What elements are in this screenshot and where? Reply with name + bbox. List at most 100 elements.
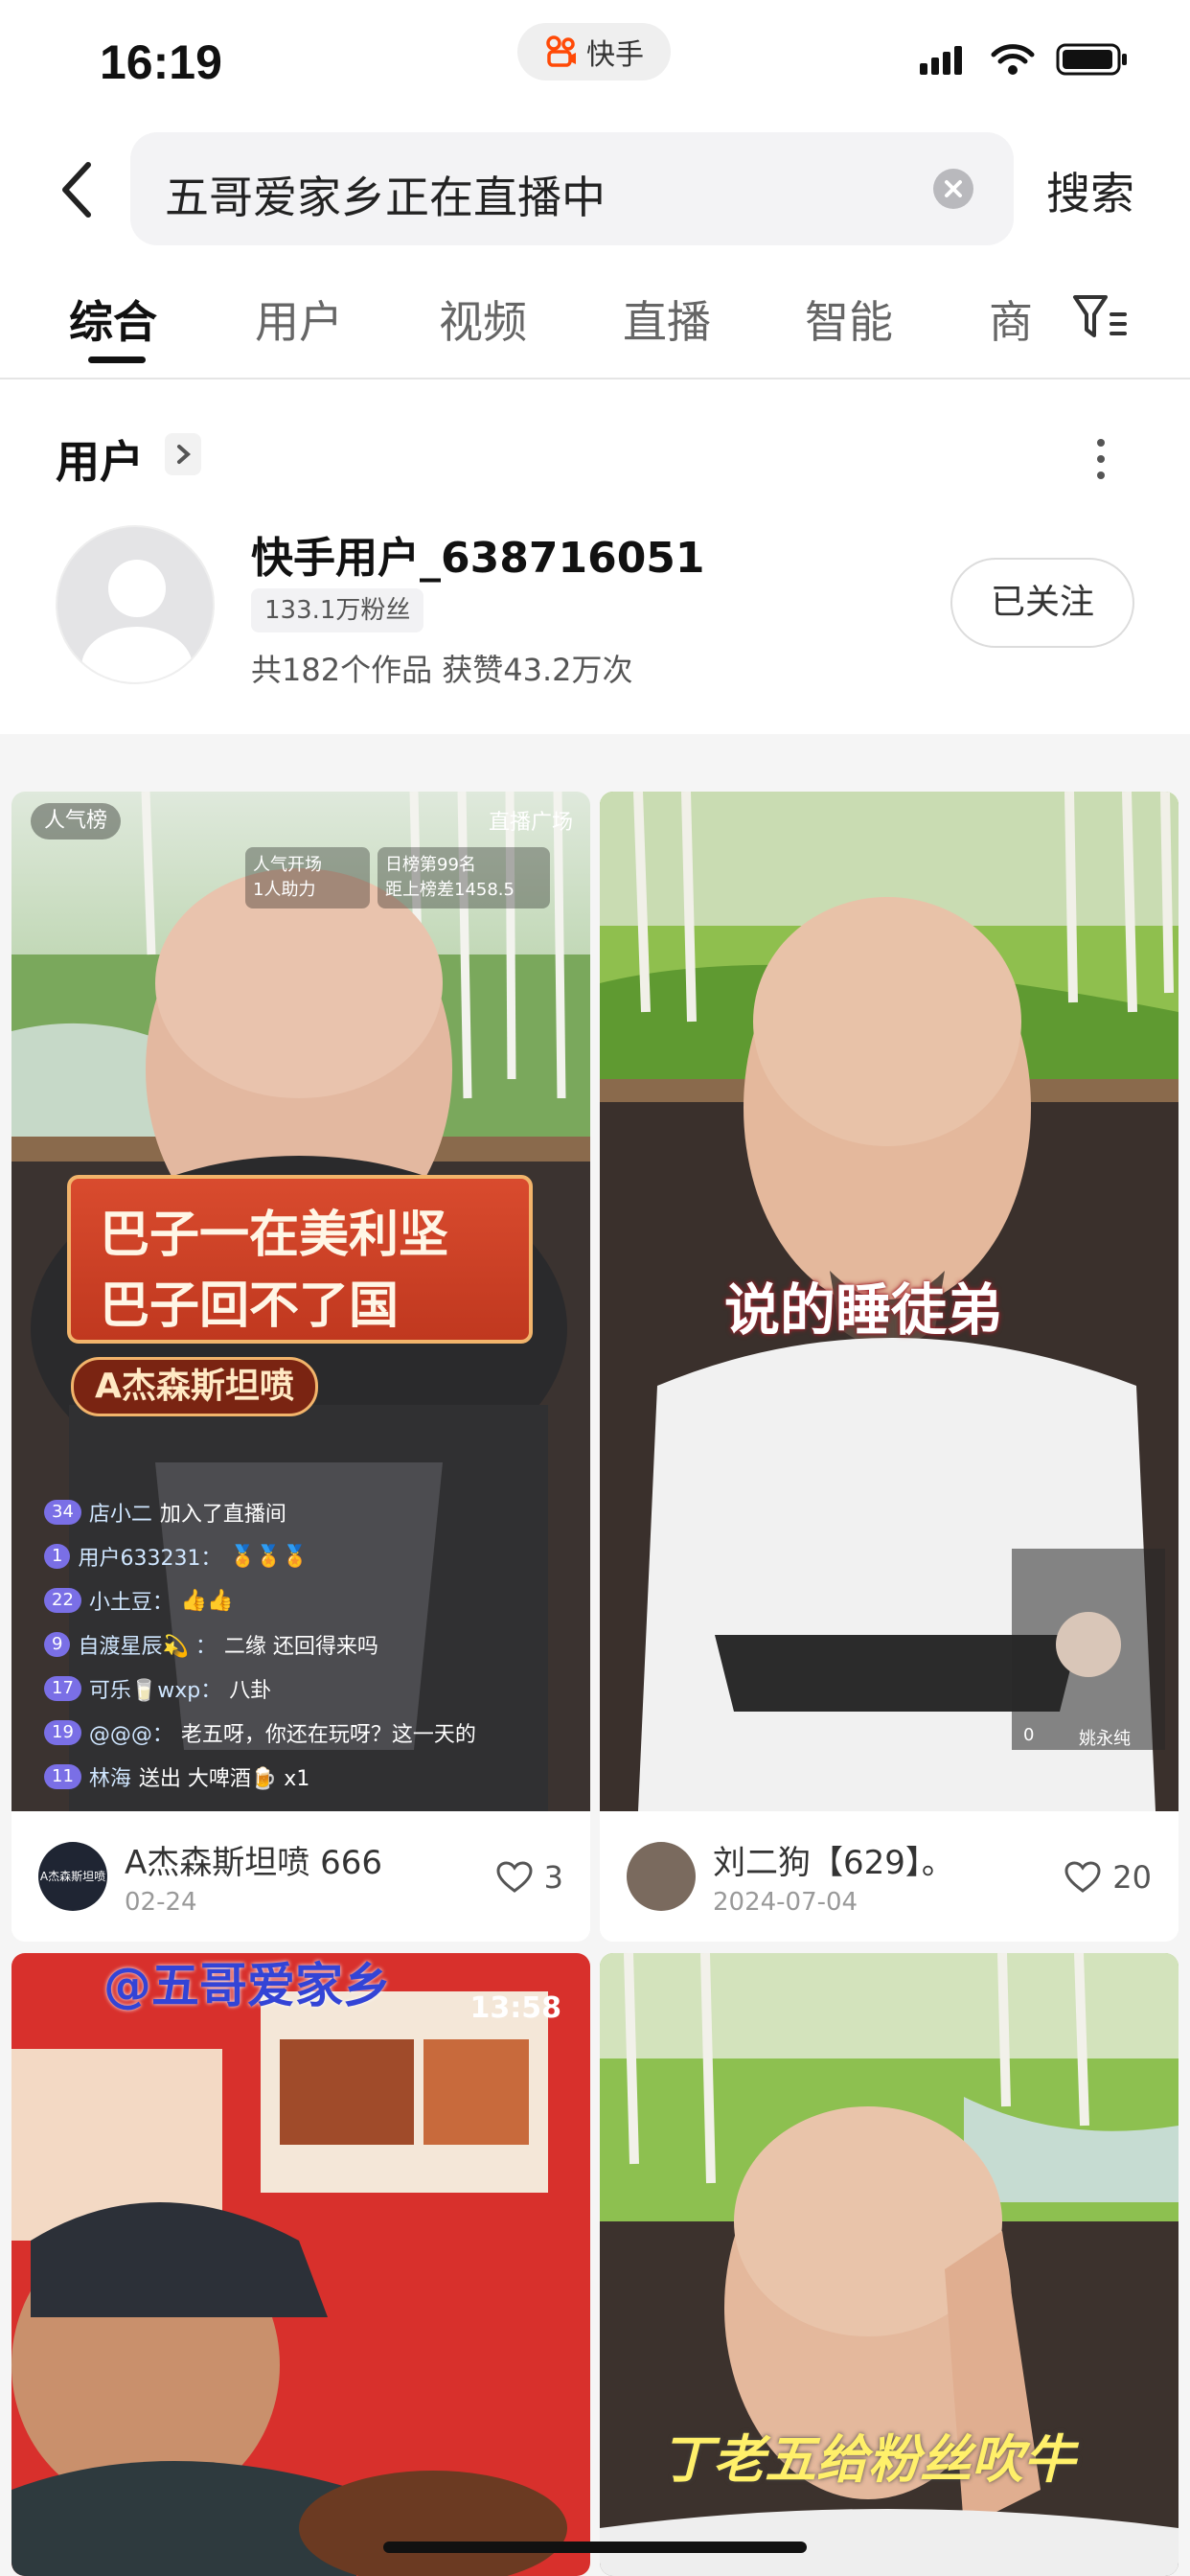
like-button[interactable]: 20 [1064, 1859, 1152, 1896]
tab-users[interactable]: 用户 [255, 288, 343, 351]
tab-comprehensive[interactable]: 综合 [69, 288, 157, 351]
caption-banner: 巴子一在美利坚 巴子回不了国 [67, 1175, 533, 1344]
chat-level: 17 [44, 1676, 81, 1701]
app-name: 快手 [586, 38, 644, 72]
video-thumbnail[interactable]: 说的睡徒弟 0 姚永纯 [600, 792, 1179, 1811]
section-separator [0, 734, 1190, 776]
video-thumbnail[interactable]: 丁老五给粉丝吹牛 [600, 1953, 1179, 2576]
search-query: 五哥爱家乡正在直播中 [165, 172, 606, 223]
chat-text: 👍👍 [180, 1588, 234, 1613]
video-card[interactable]: 说的睡徒弟 0 姚永纯 刘二狗【629】。 2024-07-04 20 [600, 792, 1179, 1942]
like-count: 20 [1112, 1859, 1152, 1896]
chat-user: 自渡星辰💫 ： [78, 1635, 217, 1659]
pip-user: 姚永纯 [1079, 1729, 1131, 1749]
wifi-icon [991, 44, 1035, 75]
video-scene-image [11, 1953, 590, 2576]
video-grid: 人气榜 直播广场 人气开场 1人助力 日榜第99名 距上榜差1458.5 巴子一… [0, 776, 1190, 2576]
chat-level: 22 [44, 1588, 81, 1613]
battery-icon [1056, 43, 1127, 76]
chat-message: 17 可乐🥛wxp： 八卦 [44, 1673, 271, 1704]
section-title: 用户 [56, 436, 144, 488]
chat-message: 34 店小二 加入了直播间 [44, 1497, 286, 1528]
chat-user: 林海 [88, 1767, 131, 1791]
status-time: 16:19 [100, 35, 222, 89]
popularity-info: 人气开场 1人助力 [245, 847, 370, 908]
video-thumbnail[interactable]: @五哥爱家乡 13:58 [11, 1953, 590, 2576]
signal-icon [920, 46, 962, 75]
search-button[interactable]: 搜索 [1046, 159, 1134, 222]
home-indicator [383, 2542, 807, 2553]
app-indicator: 快手 [517, 23, 671, 80]
author-avatar[interactable]: A杰森斯坦喷 [38, 1842, 107, 1911]
video-meta: A杰森斯坦喷 A杰森斯坦喷 666 02-24 3 [11, 1811, 590, 1942]
author-name[interactable]: 刘二狗【629】。 [713, 1836, 954, 1883]
status-bar: 16:19 快手 [0, 0, 1190, 115]
tab-shop[interactable]: 商 [989, 288, 1033, 351]
caption-line-2: 巴子回不了国 [100, 1277, 400, 1335]
heart-icon [496, 1861, 533, 1893]
more-icon[interactable] [1087, 435, 1115, 483]
video-timestamp: 13:58 [469, 1991, 562, 2025]
chat-text: 送出 大啤酒🍺 x1 [138, 1767, 310, 1791]
chat-user: 可乐🥛wxp： [88, 1679, 222, 1703]
filter-icon[interactable] [1071, 291, 1129, 343]
video-top-caption: @五哥爱家乡 [103, 1958, 391, 2013]
tab-live[interactable]: 直播 [623, 288, 711, 351]
search-tabs: 综合 用户 视频 直播 智能 商 [0, 278, 1190, 378]
user-section: 用户 快手用户_638716051 133.1万粉丝 共182个作品 获赞43.… [0, 380, 1190, 734]
chat-user: @@@： [88, 1723, 173, 1747]
status-icons [920, 42, 1129, 77]
chat-text: 加入了直播间 [159, 1503, 286, 1527]
fans-count-badge: 133.1万粉丝 [251, 588, 424, 632]
video-date: 2024-07-04 [713, 1888, 858, 1917]
chat-user: 小土豆： [88, 1591, 173, 1615]
rank-info-line-1: 日榜第99名 [385, 855, 476, 875]
back-icon[interactable] [56, 161, 103, 218]
chat-level: 9 [44, 1632, 71, 1657]
clear-icon[interactable] [933, 169, 973, 209]
live-square-label: 直播广场 [488, 811, 573, 835]
chat-text: 🏅🏅🏅 [229, 1544, 309, 1569]
heart-icon [1064, 1861, 1101, 1893]
chat-message: 22 小土豆： 👍👍 [44, 1585, 234, 1616]
kuaishou-logo-icon [546, 35, 576, 67]
chat-level: 1 [44, 1544, 71, 1569]
chat-message: 19 @@@： 老五呀，你还在玩呀？这一天的 [44, 1717, 476, 1748]
popularity-badge: 人气榜 [31, 803, 122, 840]
video-card[interactable]: @五哥爱家乡 13:58 [11, 1953, 590, 2576]
video-caption: 丁老五给粉丝吹牛 [661, 2429, 1075, 2490]
rank-info: 日榜第99名 距上榜差1458.5 [378, 847, 550, 908]
chat-level: 11 [44, 1764, 81, 1789]
author-name[interactable]: A杰森斯坦喷 666 [125, 1836, 382, 1883]
video-thumbnail[interactable]: 人气榜 直播广场 人气开场 1人助力 日榜第99名 距上榜差1458.5 巴子一… [11, 792, 590, 1811]
default-avatar-icon [81, 560, 193, 682]
chat-user: 店小二 [88, 1503, 152, 1527]
author-avatar[interactable] [627, 1842, 696, 1911]
tab-videos[interactable]: 视频 [439, 288, 527, 351]
chat-level: 19 [44, 1720, 81, 1745]
video-caption: 说的睡徒弟 [724, 1277, 1003, 1343]
active-tab-indicator [88, 356, 146, 363]
user-name[interactable]: 快手用户_638716051 [251, 523, 705, 585]
chat-message: 9 自渡星辰💫 ：二缘 还回得来吗 [44, 1629, 378, 1660]
chat-message: 11 林海 送出 大啤酒🍺 x1 [44, 1761, 309, 1792]
search-input[interactable]: 五哥爱家乡正在直播中 [130, 132, 1014, 245]
user-stats: 共182个作品 获赞43.2万次 [251, 652, 633, 688]
caption-line-1: 巴子一在美利坚 [100, 1207, 449, 1264]
video-date: 02-24 [125, 1888, 197, 1917]
chat-text: 八卦 [229, 1679, 272, 1703]
chat-text: 二缘 还回得来吗 [223, 1635, 378, 1659]
streamer-tag: A杰森斯坦喷 [71, 1357, 318, 1416]
chevron-right-icon[interactable] [165, 433, 201, 475]
pip-count: 0 [1023, 1725, 1035, 1745]
rank-info-line-2: 距上榜差1458.5 [385, 880, 515, 900]
user-avatar[interactable] [56, 525, 215, 684]
video-card[interactable]: 丁老五给粉丝吹牛 [600, 1953, 1179, 2576]
like-button[interactable]: 3 [496, 1859, 563, 1896]
popularity-info-line-1: 人气开场 [253, 855, 322, 875]
following-button[interactable]: 已关注 [950, 558, 1134, 648]
like-count: 3 [543, 1859, 563, 1896]
tab-smart[interactable]: 智能 [805, 288, 893, 351]
author-avatar-text: A杰森斯坦喷 [39, 1870, 106, 1883]
video-card[interactable]: 人气榜 直播广场 人气开场 1人助力 日榜第99名 距上榜差1458.5 巴子一… [11, 792, 590, 1942]
